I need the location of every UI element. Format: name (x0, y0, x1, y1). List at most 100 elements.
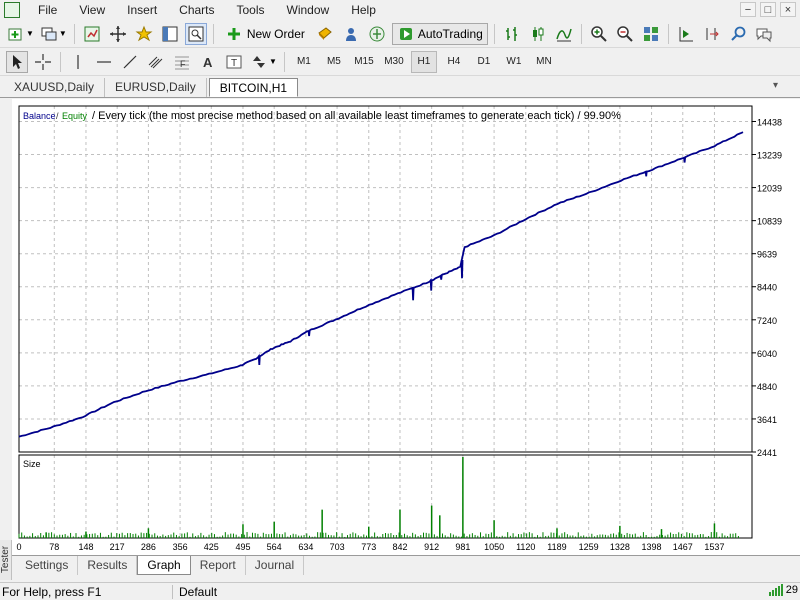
toolbar-separator (283, 51, 285, 72)
y-tick-label: 7240 (757, 316, 777, 326)
menu-file[interactable]: File (26, 3, 67, 17)
cursor-button[interactable] (6, 50, 28, 73)
text-button[interactable]: A (197, 51, 219, 73)
x-tick-label: 842 (392, 542, 407, 552)
profiles-button[interactable]: ▼ (39, 23, 68, 45)
menu-items: File View Insert Charts Tools Window Hel… (26, 3, 386, 17)
terminal-button[interactable] (159, 23, 181, 45)
connection-status[interactable]: 29 (768, 584, 798, 596)
crosshair-icon (35, 53, 51, 70)
strategy-tester-button[interactable] (184, 22, 207, 45)
close-button[interactable]: × (780, 2, 796, 17)
new-order-button[interactable]: New Order (220, 23, 310, 45)
minimize-button[interactable]: − (740, 2, 756, 17)
tab-journal[interactable]: Journal (246, 556, 305, 575)
zoom-in-icon (591, 25, 607, 42)
x-tick-label: 1259 (579, 542, 599, 552)
crosshair-button[interactable] (32, 51, 54, 73)
horizontal-line-button[interactable] (93, 51, 115, 73)
chat-button[interactable] (753, 23, 775, 45)
new-order-label: New Order (246, 26, 305, 41)
menu-insert[interactable]: Insert (115, 3, 167, 17)
data-window-button[interactable] (107, 23, 129, 45)
chart-shift-button[interactable] (701, 23, 723, 45)
tester-graph: 14438 13239 12039 10839 9639 8440 7240 6040 4840… (12, 99, 800, 555)
chart-header: Balance / Equity / Every tick (the most … (23, 110, 621, 122)
toolbar-separator (73, 23, 75, 44)
status-profile[interactable]: Default (172, 584, 217, 599)
timeframe-mn[interactable]: MN (531, 51, 557, 73)
equidistant-channel-button[interactable] (145, 51, 167, 73)
new-chart-button[interactable]: ▼ (6, 23, 35, 45)
market-button[interactable] (366, 23, 388, 45)
menu-tools[interactable]: Tools (225, 3, 275, 17)
tab-results[interactable]: Results (78, 556, 138, 575)
bar-chart-icon (505, 26, 517, 41)
autotrading-button[interactable]: AutoTrading (391, 22, 488, 45)
size-panel (18, 454, 753, 539)
dropdown-arrow-icon: ▼ (269, 57, 277, 66)
tabs-dropdown-icon[interactable]: ▾ (773, 80, 778, 91)
metaeditor-button[interactable] (314, 23, 336, 45)
market-watch-button[interactable] (81, 23, 103, 45)
toolbar-separator (493, 23, 495, 44)
vertical-line-button[interactable] (67, 51, 89, 73)
menu-window[interactable]: Window (275, 3, 340, 17)
equidistant-channel-icon (148, 56, 163, 68)
arrows-button[interactable]: ▼ (249, 51, 278, 73)
toolbar-separator (212, 23, 214, 44)
chart-tab-xauusd[interactable]: XAUUSD,Daily (4, 78, 106, 97)
tab-graph[interactable]: Graph (137, 556, 191, 575)
new-chart-icon (8, 28, 22, 40)
timeframe-m5[interactable]: M5 (321, 51, 347, 73)
x-tick-label: 912 (424, 542, 439, 552)
balance-line (18, 131, 744, 438)
candlestick-button[interactable] (527, 23, 549, 45)
chart-tab-eurusd[interactable]: EURUSD,Daily (105, 78, 207, 97)
menu-view[interactable]: View (67, 3, 115, 17)
zoom-out-icon (617, 25, 633, 42)
autoscroll-button[interactable] (675, 23, 697, 45)
timeframe-m30[interactable]: M30 (381, 51, 407, 73)
menu-help[interactable]: Help (339, 3, 386, 17)
timeframe-w1[interactable]: W1 (501, 51, 527, 73)
text-label-button[interactable]: T (223, 51, 245, 73)
zoom-out-button[interactable] (614, 23, 636, 45)
chart-tab-bitcoin[interactable]: BITCOIN,H1 (208, 78, 299, 97)
line-chart-button[interactable] (553, 23, 575, 45)
tile-windows-button[interactable] (640, 23, 662, 45)
tab-report[interactable]: Report (191, 556, 246, 575)
timeframe-m1[interactable]: M1 (291, 51, 317, 73)
timeframe-h1[interactable]: H1 (410, 50, 437, 73)
balance-panel (18, 105, 753, 453)
autotrading-icon (399, 27, 412, 40)
timeframe-d1[interactable]: D1 (471, 51, 497, 73)
x-tick-label: 148 (78, 542, 93, 552)
search-button[interactable] (727, 23, 749, 45)
x-tick-label: 703 (330, 542, 345, 552)
bar-chart-button[interactable] (501, 23, 523, 45)
navigator-button[interactable] (133, 23, 155, 45)
restore-button[interactable]: □ (760, 2, 776, 17)
chart-shift-icon (706, 27, 719, 40)
x-tick-label: 1120 (516, 542, 535, 552)
tester-tabs: Settings Results Graph Report Journal (12, 555, 800, 577)
svg-text:A: A (203, 55, 213, 70)
fibonacci-button[interactable]: F (171, 51, 193, 73)
tab-settings[interactable]: Settings (16, 556, 79, 575)
status-bar: For Help, press F1 Default 29 (0, 582, 800, 600)
y-tick-label: 8440 (757, 283, 777, 293)
tester-strip-label: Tester (0, 545, 12, 574)
size-panel-label: Size (23, 459, 41, 469)
app-icon[interactable] (4, 2, 20, 18)
zoom-in-button[interactable] (588, 23, 610, 45)
test-description: / Every tick (the most precise method ba… (92, 110, 621, 122)
chat-icon (756, 28, 772, 42)
y-tick-label: 12039 (757, 184, 782, 194)
chart-canvas: 14438 13239 12039 10839 9639 8440 7240 6040 4840… (16, 105, 782, 552)
signals-button[interactable] (340, 23, 362, 45)
timeframe-m15[interactable]: M15 (351, 51, 377, 73)
menu-charts[interactable]: Charts (167, 3, 224, 17)
timeframe-h4[interactable]: H4 (441, 51, 467, 73)
trendline-button[interactable] (119, 51, 141, 73)
